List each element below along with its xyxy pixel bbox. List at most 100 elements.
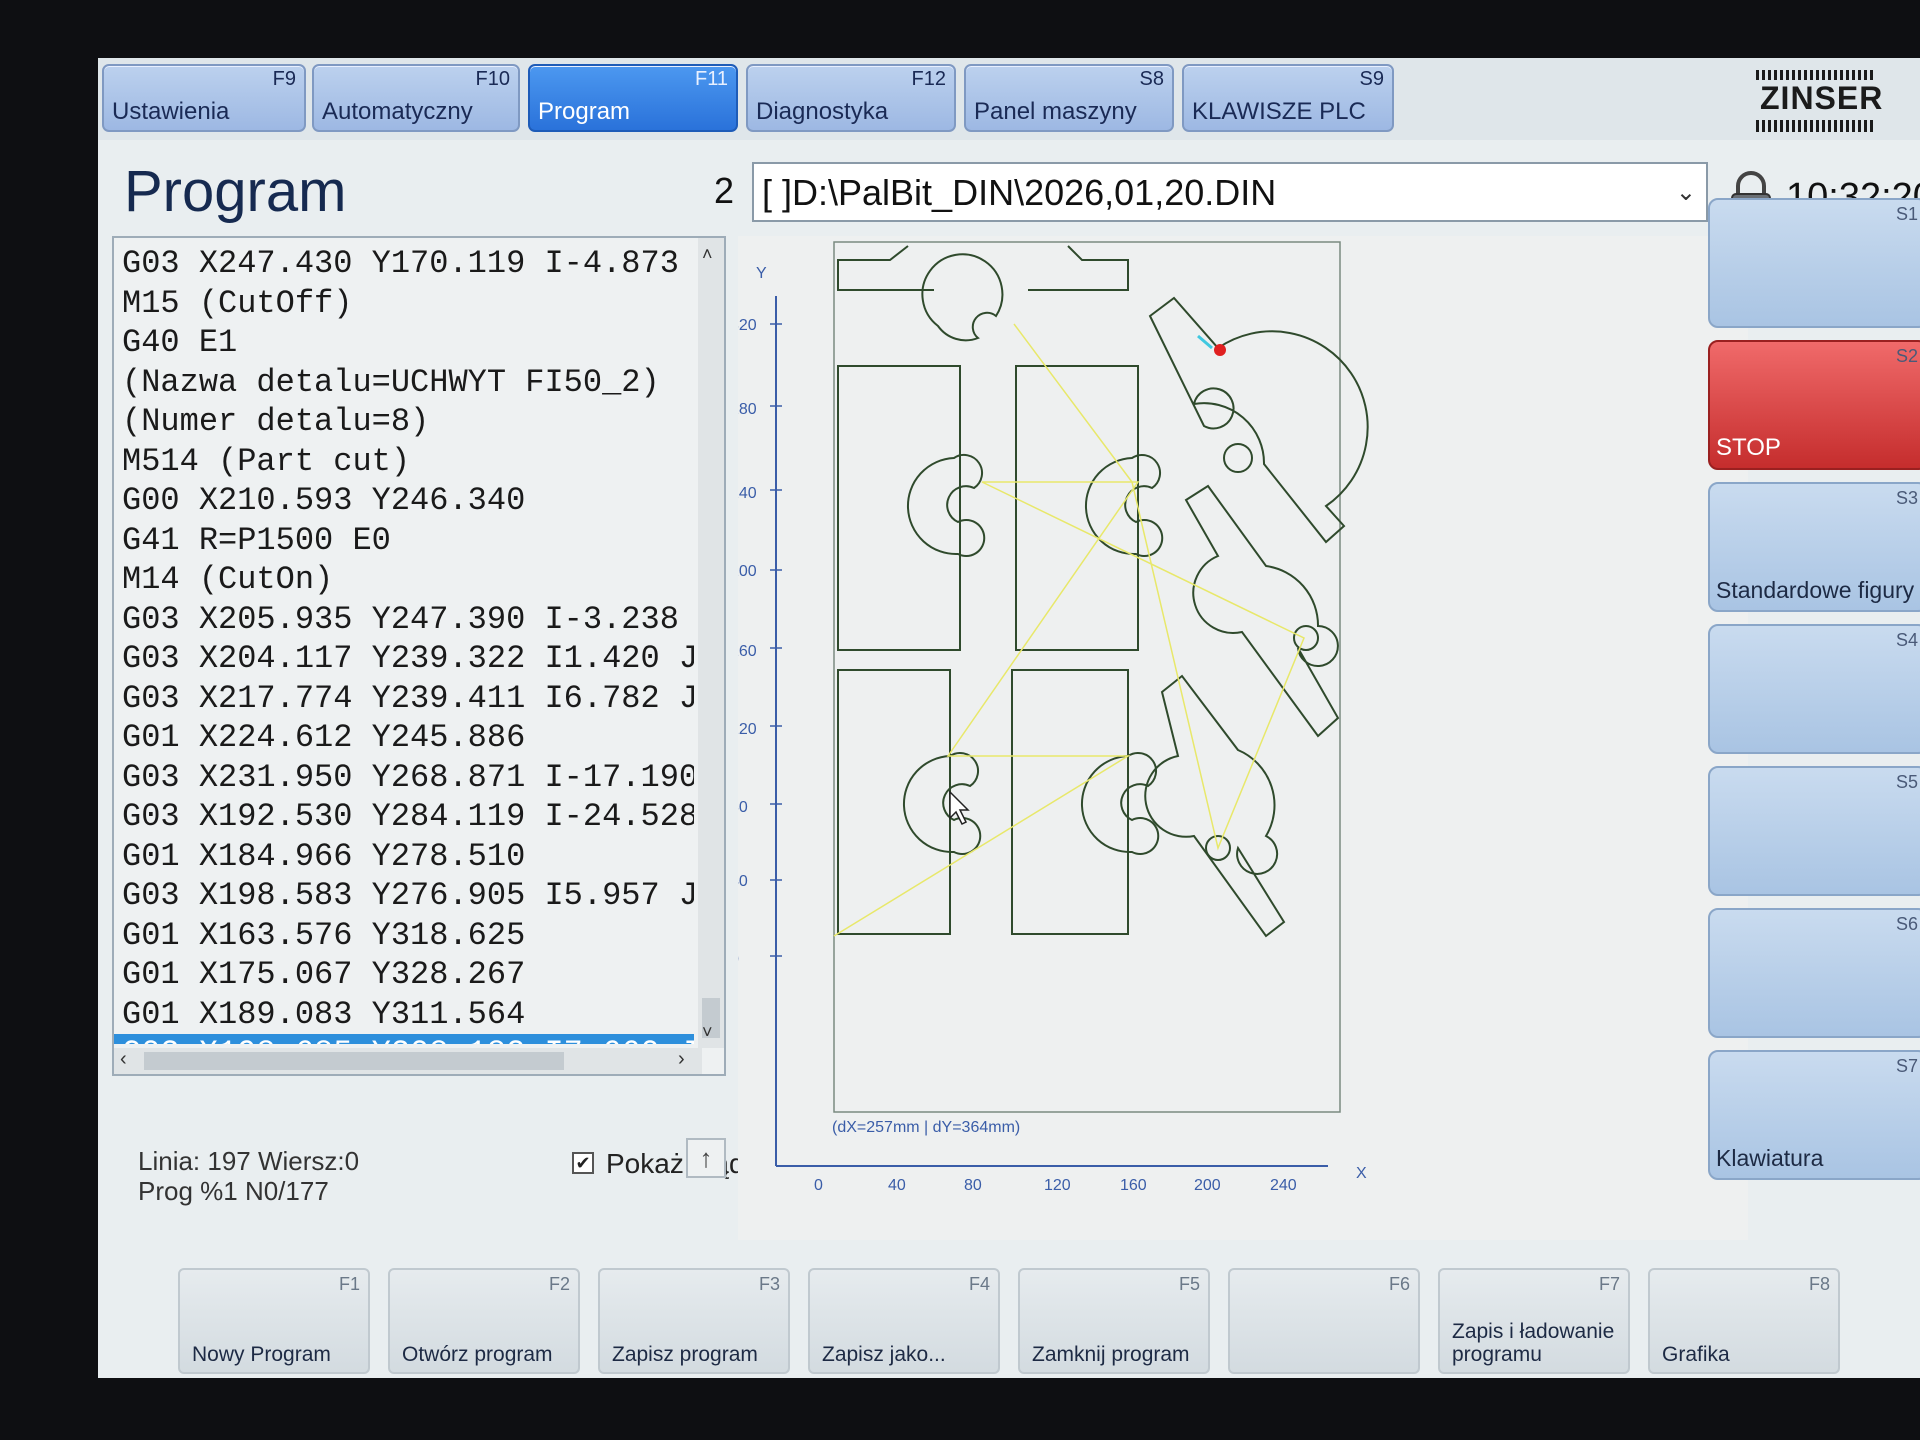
code-line[interactable]: G01 X189.083 Y311.564 [114,995,694,1035]
horizontal-scrollbar[interactable]: ‹ › [114,1048,702,1074]
s6-button[interactable]: S6 [1708,908,1920,1038]
open-program-button[interactable]: F2 Otwórz program [388,1268,580,1374]
x-axis-label: X [1356,1165,1367,1182]
program-listing[interactable]: G03 X247.430 Y170.119 I-4.873 J M15 (CutO… [112,236,726,1076]
code-line[interactable]: G01 X224.612 Y245.886 [114,718,694,758]
key-label: Zapisz program [612,1343,758,1366]
top-function-bar: F9 Ustawienia F10 Automatyczny F11 Progr… [98,58,1920,140]
zinser-logo: ZINSER [1752,66,1902,136]
x-tick: 80 [964,1177,982,1194]
standard-shapes-button[interactable]: S3 Standardowe figury [1708,482,1920,612]
key-label: Zapisz jako... [822,1343,946,1366]
code-line[interactable]: G03 X217.774 Y239.411 I6.782 J7 [114,679,694,719]
f6-button[interactable]: F6 [1228,1268,1420,1374]
arrow-up-icon: ↑ [699,1143,713,1173]
save-program-button[interactable]: F3 Zapisz program [598,1268,790,1374]
y-tick: 0 [738,951,739,968]
klawisze-plc-button[interactable]: S9 KLAWISZE PLC [1182,64,1394,132]
key-code: F7 [1598,1274,1620,1294]
code-line[interactable]: G41 R=P1500 E0 [114,521,694,561]
key-code: F11 [695,68,728,90]
graphics-button[interactable]: F8 Grafika [1648,1268,1840,1374]
x-tick: 0 [814,1177,823,1194]
keyboard-button[interactable]: S7 Klawiatura [1708,1050,1920,1180]
save-and-load-button[interactable]: F7 Zapis i ładowanie programu [1438,1268,1630,1374]
vertical-scrollbar[interactable]: ˄ ˅ [698,238,724,1048]
code-line[interactable]: M514 (Part cut) [114,442,694,482]
diagnostyka-button[interactable]: F12 Diagnostyka [746,64,956,132]
scroll-down-icon[interactable]: ˅ [702,1022,713,1043]
code-line[interactable]: M14 (CutOn) [114,560,694,600]
y-axis-label: Y [756,265,767,282]
selected-code-line[interactable]: G03 X198.685 Y308.182 I7.660 J6 [114,1034,694,1044]
code-lines: G03 X247.430 Y170.119 I-4.873 J M15 (CutO… [114,244,694,1044]
key-label: Grafika [1662,1343,1730,1366]
key-label: Ustawienia [112,98,230,125]
stop-button[interactable]: S2 STOP [1708,340,1920,470]
key-label: Automatyczny [322,98,473,125]
s5-button[interactable]: S5 [1708,766,1920,896]
save-as-button[interactable]: F4 Zapisz jako... [808,1268,1000,1374]
scroll-thumb[interactable] [144,1052,564,1070]
key-code: S6 [1895,914,1918,934]
code-line[interactable]: G03 X198.583 Y276.905 I5.957 J- [114,876,694,916]
code-line[interactable]: (Numer detalu=8) [114,402,694,442]
code-line[interactable]: G03 X205.935 Y247.390 I-3.238 J [114,600,694,640]
key-label: Klawiatura [1716,1145,1824,1171]
scroll-left-icon[interactable]: ‹ [120,1048,127,1071]
code-line[interactable]: G40 E1 [114,323,694,363]
y-tick: 240 [738,485,757,502]
key-label: Standardowe figury [1716,577,1915,603]
code-line[interactable]: G01 X163.576 Y318.625 [114,916,694,956]
s1-button[interactable]: S1 [1708,198,1920,328]
y-tick: 120 [738,721,757,738]
key-label: Nowy Program [192,1343,331,1366]
chevron-down-icon: ⌄ [1675,179,1696,206]
file-path: [ ]D:\PalBit_DIN\2026,01,20.DIN [762,172,1277,213]
new-program-button[interactable]: F1 Nowy Program [178,1268,370,1374]
scroll-right-icon[interactable]: › [678,1048,685,1071]
arrow-up-button[interactable]: ↑ [686,1138,726,1178]
key-code: S2 [1895,346,1918,366]
x-tick: 40 [888,1177,906,1194]
page-title: Program [124,159,347,224]
key-label: Zapis i ładowanie programu [1452,1320,1615,1366]
key-code: F3 [758,1274,780,1294]
key-code: S7 [1895,1056,1918,1076]
close-program-button[interactable]: F5 Zamknij program [1018,1268,1210,1374]
code-line[interactable]: G00 X210.593 Y246.340 [114,481,694,521]
y-tick: 200 [738,563,757,580]
logo-text: ZINSER [1760,80,1884,116]
code-line[interactable]: G03 X247.430 Y170.119 I-4.873 J [114,244,694,284]
key-code: S9 [1359,68,1384,90]
s4-button[interactable]: S4 [1708,624,1920,754]
cutting-graphic[interactable]: Y X 320 280 240 200 160 120 80 40 0 0 40… [730,236,1748,1240]
prog-status: Prog %1 N0/177 [138,1176,329,1206]
automatyczny-button[interactable]: F10 Automatyczny [312,64,520,132]
key-code: S1 [1895,204,1918,224]
code-line[interactable]: G03 X204.117 Y239.322 I1.420 J- [114,639,694,679]
code-line[interactable]: G01 X175.067 Y328.267 [114,955,694,995]
key-code: S4 [1895,630,1918,650]
x-tick: 120 [1044,1177,1071,1194]
code-line[interactable]: G03 X231.950 Y268.871 I-17.190 [114,758,694,798]
x-tick: 240 [1270,1177,1297,1194]
key-code: F4 [968,1274,990,1294]
key-code: F8 [1808,1274,1830,1294]
scroll-up-icon[interactable]: ˄ [702,244,713,265]
panel-maszyny-button[interactable]: S8 Panel maszyny [964,64,1174,132]
program-tab-button[interactable]: F11 Program [528,64,738,132]
code-line[interactable]: M15 (CutOff) [114,284,694,324]
key-label: Zamknij program [1032,1343,1190,1366]
code-line[interactable]: (Nazwa detalu=UCHWYT FI50_2) [114,363,694,403]
code-line[interactable]: G03 X192.530 Y284.119 I-24.528 [114,797,694,837]
code-line[interactable]: G01 X184.966 Y278.510 [114,837,694,877]
ustawienia-button[interactable]: F9 Ustawienia [102,64,306,132]
program-file-dropdown[interactable]: [ ]D:\PalBit_DIN\2026,01,20.DIN ⌄ [752,162,1708,222]
key-label: Program [538,98,631,125]
key-label: Panel maszyny [974,98,1137,125]
key-code: F6 [1388,1274,1410,1294]
key-code: S5 [1895,772,1918,792]
show-error-checkbox[interactable]: ✔ [572,1152,594,1174]
key-code: F2 [548,1274,570,1294]
